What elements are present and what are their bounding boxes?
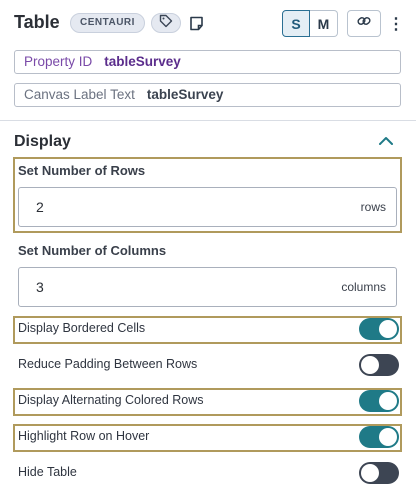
toggle-row-reduce-padding: Reduce Padding Between Rows	[13, 352, 402, 380]
link-button[interactable]	[347, 10, 381, 37]
library-badge[interactable]: CENTAURI	[70, 13, 145, 33]
hide-table-label: Hide Table	[18, 465, 77, 479]
bordered-cells-label: Display Bordered Cells	[18, 321, 146, 335]
toggle-row-bordered-cells: Display Bordered Cells	[13, 316, 402, 344]
link-icon	[357, 14, 371, 33]
toggle-row-hide-table: Hide Table	[13, 460, 402, 488]
note-icon[interactable]	[188, 14, 204, 32]
section-divider	[0, 120, 416, 121]
property-id-label: Property ID	[24, 54, 93, 69]
alternating-rows-label: Display Alternating Colored Rows	[18, 393, 204, 407]
size-toggle-group: S M	[282, 10, 338, 37]
rows-value: 2	[36, 199, 44, 215]
switch-knob	[379, 320, 397, 338]
bordered-cells-switch[interactable]	[359, 318, 399, 340]
switch-knob	[361, 464, 379, 482]
rows-number-input[interactable]: 2 rows	[18, 187, 397, 227]
panel-header: Table CENTAURI S M ⋮	[0, 0, 416, 46]
columns-value: 3	[36, 279, 44, 295]
size-small-button[interactable]: S	[282, 10, 310, 37]
toggle-row-alternating-rows: Display Alternating Colored Rows	[13, 388, 402, 416]
reduce-padding-switch[interactable]	[359, 354, 399, 376]
property-id-value: tableSurvey	[104, 54, 181, 69]
component-title: Table	[14, 12, 60, 32]
alternating-rows-switch[interactable]	[359, 390, 399, 412]
display-section-title: Display	[14, 133, 71, 150]
hide-table-switch[interactable]	[359, 462, 399, 484]
highlight-hover-switch[interactable]	[359, 426, 399, 448]
switch-knob	[379, 392, 397, 410]
tag-icon	[159, 14, 173, 33]
toggle-row-highlight-hover: Highlight Row on Hover	[13, 424, 402, 452]
columns-number-input[interactable]: 3 columns	[18, 267, 397, 307]
reduce-padding-label: Reduce Padding Between Rows	[18, 357, 198, 371]
property-id-field[interactable]: Property ID tableSurvey	[14, 50, 401, 74]
columns-unit: columns	[341, 280, 386, 294]
highlight-hover-label: Highlight Row on Hover	[18, 429, 150, 443]
canvas-label-field[interactable]: Canvas Label Text tableSurvey	[14, 83, 401, 107]
tag-button[interactable]	[151, 13, 181, 33]
switch-knob	[361, 356, 379, 374]
columns-label: Set Number of Columns	[18, 243, 167, 258]
canvas-label-value: tableSurvey	[146, 87, 224, 102]
switch-knob	[379, 428, 397, 446]
canvas-label-label: Canvas Label Text	[24, 87, 135, 102]
rows-label: Set Number of Rows	[18, 163, 146, 178]
more-vertical-icon[interactable]: ⋮	[388, 10, 404, 37]
size-medium-button[interactable]: M	[310, 10, 338, 37]
chevron-up-icon[interactable]	[378, 134, 394, 148]
rows-unit: rows	[360, 200, 386, 214]
